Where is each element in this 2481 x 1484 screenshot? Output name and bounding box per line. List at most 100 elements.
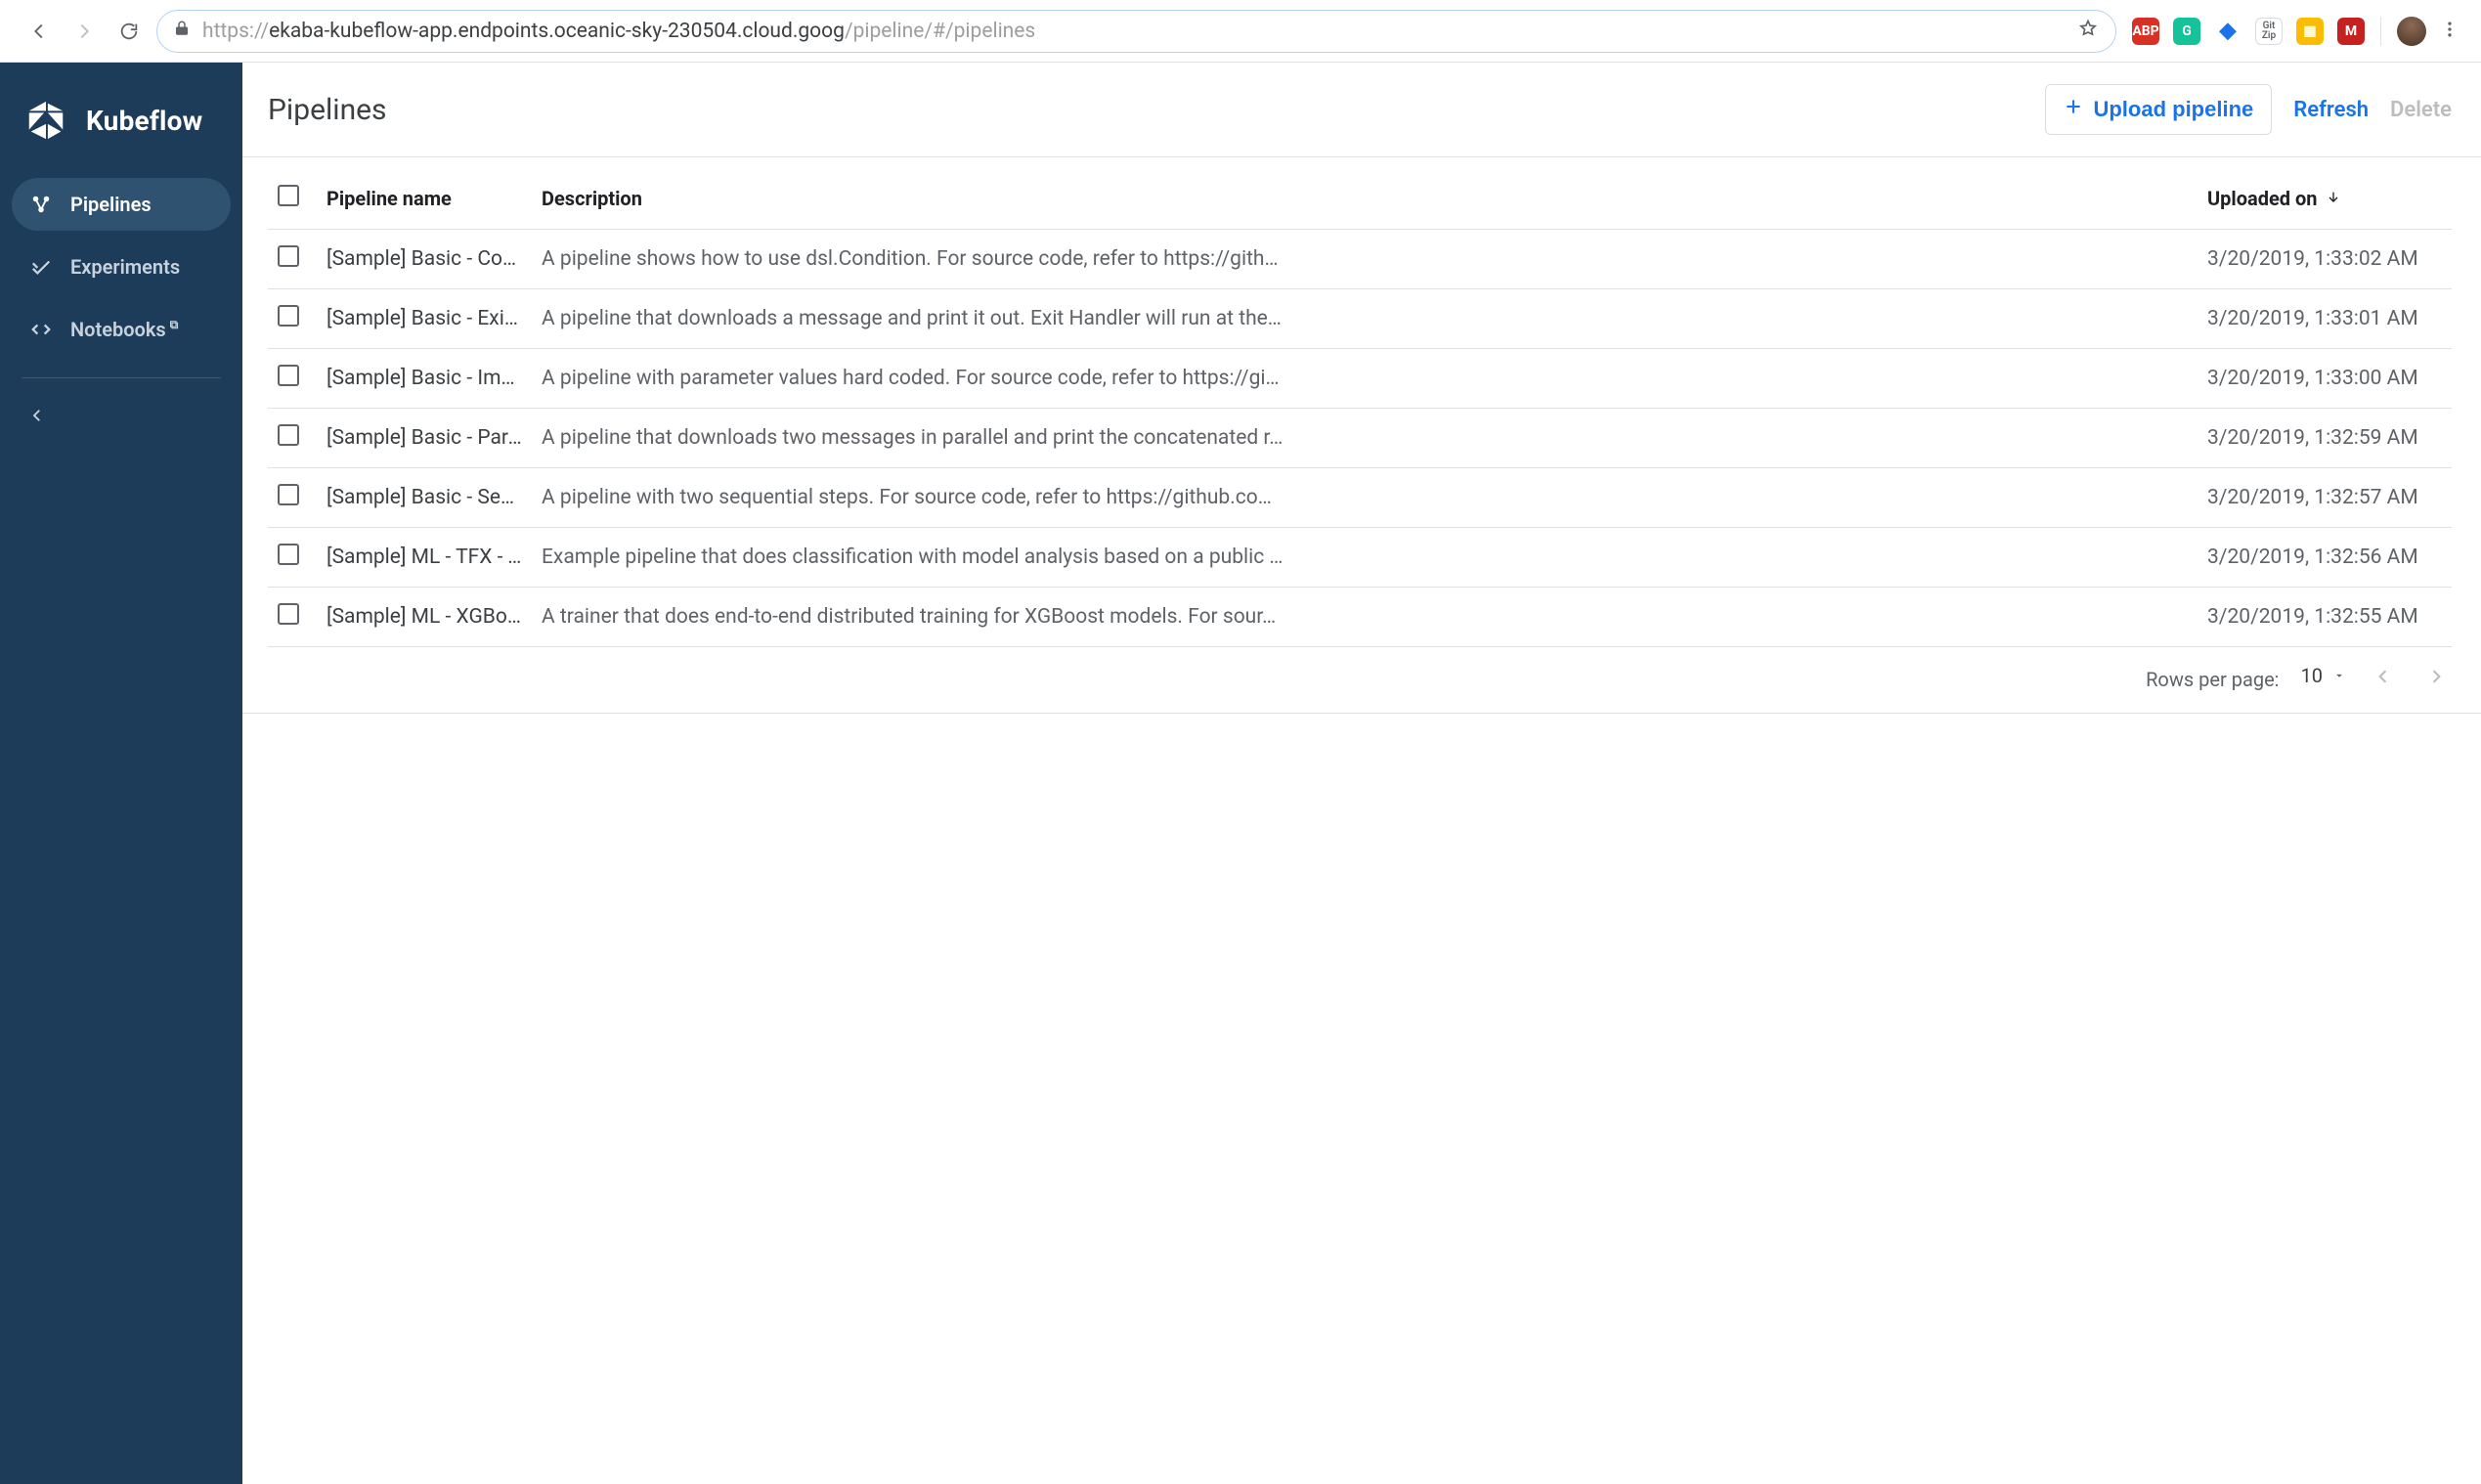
table-row[interactable]: [Sample] ML - XGBoost -…A trainer that d…	[268, 588, 2452, 647]
extensions-row: ABP G ◆ Git Zip ▦ M	[2132, 18, 2365, 45]
sort-descending-icon	[2326, 187, 2341, 210]
column-header-uploaded-label: Uploaded on	[2207, 187, 2318, 210]
profile-avatar[interactable]	[2397, 17, 2426, 46]
extension-grammarly-icon[interactable]: G	[2173, 18, 2200, 45]
pipeline-description: A pipeline shows how to use dsl.Conditio…	[532, 230, 2198, 289]
rows-per-page-label: Rows per page:	[2146, 668, 2279, 691]
table-row[interactable]: [Sample] ML - TFX - Taxi …Example pipeli…	[268, 528, 2452, 588]
upload-pipeline-button[interactable]: Upload pipeline	[2045, 84, 2272, 135]
notebooks-icon	[29, 319, 53, 340]
pipelines-icon	[29, 194, 53, 215]
pipeline-description: A pipeline with parameter values hard co…	[532, 349, 2198, 409]
pipelines-table: Pipeline name Description Uploaded on	[268, 167, 2452, 647]
url-text: https://ekaba-kubeflow-app.endpoints.oce…	[202, 20, 2067, 43]
row-checkbox-cell	[268, 349, 317, 409]
table-row[interactable]: [Sample] Basic - Sequen…A pipeline with …	[268, 468, 2452, 528]
sidebar-collapse-button[interactable]	[18, 396, 57, 435]
pipeline-name[interactable]: [Sample] Basic - Sequen…	[317, 468, 532, 528]
pipeline-uploaded: 3/20/2019, 1:32:56 AM	[2198, 528, 2452, 588]
sidebar-item-label: Experiments	[70, 255, 180, 279]
sidebar-item-label: Pipelines	[70, 193, 152, 216]
row-checkbox[interactable]	[278, 424, 299, 446]
sidebar: Kubeflow Pipelines Experiments Notebooks⧉	[0, 63, 242, 1484]
main: Pipelines Upload pipeline Refresh Delete	[242, 63, 2481, 1484]
back-button[interactable]	[22, 14, 57, 49]
sidebar-item-experiments[interactable]: Experiments	[12, 240, 231, 293]
toolbar-divider	[2380, 17, 2381, 46]
pipeline-name[interactable]: [Sample] Basic - Condition	[317, 230, 532, 289]
row-checkbox-cell	[268, 528, 317, 588]
pager-prev-button[interactable]	[2368, 667, 2399, 691]
table-row[interactable]: [Sample] Basic - Immedi…A pipeline with …	[268, 349, 2452, 409]
pipeline-name[interactable]: [Sample] Basic - Immedi…	[317, 349, 532, 409]
pipeline-name[interactable]: [Sample] ML - XGBoost -…	[317, 588, 532, 647]
pipelines-table-wrap: Pipeline name Description Uploaded on	[242, 157, 2481, 657]
sidebar-item-label: Notebooks⧉	[70, 318, 178, 341]
pipeline-uploaded: 3/20/2019, 1:33:02 AM	[2198, 230, 2452, 289]
sidebar-items: Pipelines Experiments Notebooks⧉	[0, 178, 242, 366]
sidebar-item-pipelines[interactable]: Pipelines	[12, 178, 231, 231]
row-checkbox[interactable]	[278, 365, 299, 386]
external-link-icon: ⧉	[170, 318, 179, 331]
pager-next-button[interactable]	[2420, 667, 2452, 691]
browser-toolbar: https://ekaba-kubeflow-app.endpoints.oce…	[0, 0, 2481, 63]
brand-name: Kubeflow	[86, 105, 202, 137]
table-row[interactable]: [Sample] Basic - Parallel …A pipeline th…	[268, 409, 2452, 468]
pipeline-uploaded: 3/20/2019, 1:33:01 AM	[2198, 289, 2452, 349]
row-checkbox-cell	[268, 409, 317, 468]
table-row[interactable]: [Sample] Basic - Exit Ha…A pipeline that…	[268, 289, 2452, 349]
rows-per-page-value: 10	[2301, 664, 2323, 687]
row-checkbox[interactable]	[278, 484, 299, 505]
row-checkbox-cell	[268, 230, 317, 289]
address-bar[interactable]: https://ekaba-kubeflow-app.endpoints.oce…	[156, 10, 2116, 53]
row-checkbox-cell	[268, 468, 317, 528]
star-icon[interactable]	[2078, 19, 2098, 44]
extension-abp-icon[interactable]: ABP	[2132, 18, 2159, 45]
row-checkbox[interactable]	[278, 305, 299, 327]
topbar: Pipelines Upload pipeline Refresh Delete	[242, 63, 2481, 157]
row-checkbox[interactable]	[278, 603, 299, 625]
pipeline-description: A pipeline that downloads two messages i…	[532, 409, 2198, 468]
pipeline-uploaded: 3/20/2019, 1:32:57 AM	[2198, 468, 2452, 528]
sidebar-divider	[22, 377, 221, 378]
table-pager: Rows per page: 10	[242, 657, 2481, 714]
reload-button[interactable]	[111, 14, 147, 49]
column-header-description[interactable]: Description	[532, 167, 2198, 230]
pipeline-uploaded: 3/20/2019, 1:32:55 AM	[2198, 588, 2452, 647]
sidebar-item-notebooks[interactable]: Notebooks⧉	[12, 303, 231, 356]
column-header-uploaded[interactable]: Uploaded on	[2198, 167, 2452, 230]
pipeline-uploaded: 3/20/2019, 1:32:59 AM	[2198, 409, 2452, 468]
pipeline-name[interactable]: [Sample] ML - TFX - Taxi …	[317, 528, 532, 588]
lock-icon	[173, 20, 191, 43]
kubeflow-logo-icon	[23, 98, 68, 143]
page-title: Pipelines	[268, 93, 387, 127]
extension-gitzip-icon[interactable]: Git Zip	[2255, 18, 2283, 45]
extension-mendeley-icon[interactable]: M	[2337, 18, 2365, 45]
extension-diamond-icon[interactable]: ◆	[2214, 18, 2242, 45]
experiments-icon	[29, 256, 53, 278]
table-row[interactable]: [Sample] Basic - ConditionA pipeline sho…	[268, 230, 2452, 289]
caret-down-icon	[2332, 664, 2346, 687]
pipeline-description: A pipeline with two sequential steps. Fo…	[532, 468, 2198, 528]
column-header-name[interactable]: Pipeline name	[317, 167, 532, 230]
rows-per-page-select[interactable]: 10	[2301, 664, 2346, 687]
select-all-checkbox[interactable]	[278, 185, 299, 206]
header-checkbox-cell	[268, 167, 317, 230]
upload-pipeline-label: Upload pipeline	[2093, 97, 2253, 122]
delete-button[interactable]: Delete	[2390, 98, 2452, 122]
row-checkbox[interactable]	[278, 245, 299, 267]
row-checkbox-cell	[268, 289, 317, 349]
forward-button[interactable]	[66, 14, 102, 49]
pipeline-uploaded: 3/20/2019, 1:33:00 AM	[2198, 349, 2452, 409]
pipeline-description: Example pipeline that does classificatio…	[532, 528, 2198, 588]
pipeline-name[interactable]: [Sample] Basic - Parallel …	[317, 409, 532, 468]
pipeline-description: A pipeline that downloads a message and …	[532, 289, 2198, 349]
brand[interactable]: Kubeflow	[0, 80, 242, 178]
chrome-menu-button[interactable]	[2436, 20, 2463, 43]
pipeline-description: A trainer that does end-to-end distribut…	[532, 588, 2198, 647]
row-checkbox-cell	[268, 588, 317, 647]
row-checkbox[interactable]	[278, 544, 299, 565]
refresh-button[interactable]: Refresh	[2293, 98, 2369, 122]
pipeline-name[interactable]: [Sample] Basic - Exit Ha…	[317, 289, 532, 349]
extension-slides-icon[interactable]: ▦	[2296, 18, 2324, 45]
